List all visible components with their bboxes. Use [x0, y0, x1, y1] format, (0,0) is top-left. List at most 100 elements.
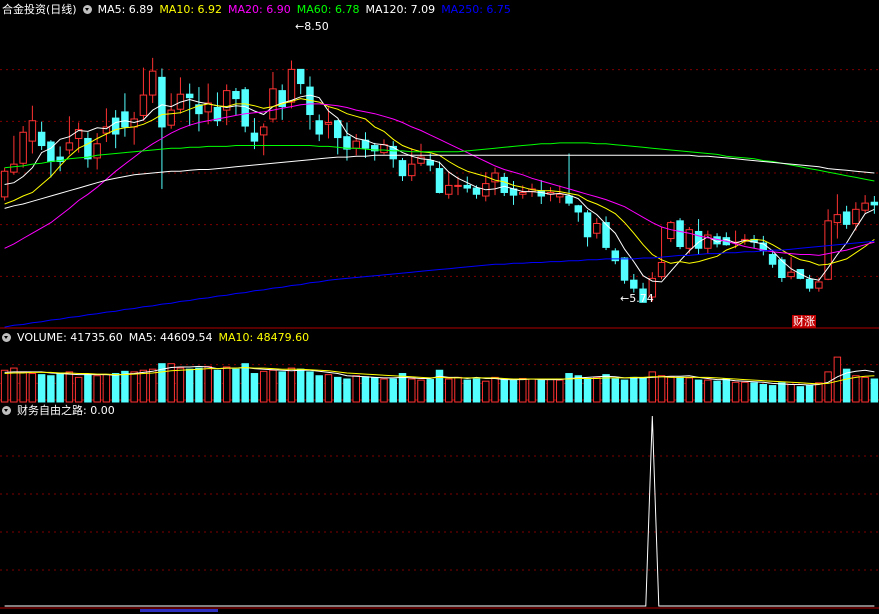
volume-bar [602, 374, 610, 403]
candle-body [250, 132, 259, 142]
volume-bar [491, 376, 499, 403]
volume-bar [148, 368, 157, 403]
indicator-value: : 0.00 [83, 404, 115, 417]
candle-body [84, 137, 92, 160]
stock-chart[interactable] [0, 0, 879, 614]
volume-bar [259, 370, 268, 403]
volume-bar [435, 369, 444, 403]
volume-bar [630, 376, 638, 403]
candle-body [259, 126, 268, 136]
volume-bar [463, 379, 471, 403]
volume-bar [722, 378, 731, 403]
candle-body [676, 220, 684, 248]
candle-body [102, 126, 111, 134]
ma-legend-item-0: MA5: 6.89 [97, 3, 154, 16]
volume-bar [269, 369, 277, 403]
volume-bar [102, 374, 111, 403]
candle-body [47, 141, 55, 162]
ma-legend-item-1: MA10: 6.92 [159, 3, 223, 16]
volume-bar [537, 379, 546, 403]
candle-body [398, 160, 407, 177]
volume-bar [324, 374, 333, 403]
volume-bar [713, 380, 721, 403]
candle-body [472, 187, 481, 195]
candle-body [454, 184, 462, 187]
dropdown-icon[interactable] [2, 406, 11, 415]
volume-bar [287, 367, 296, 403]
volume-bar [121, 370, 129, 403]
volume-bar [37, 374, 46, 403]
volume-bar [741, 381, 749, 403]
volume-bar [805, 385, 814, 403]
dropdown-icon[interactable] [2, 333, 11, 342]
volume-bar [333, 376, 342, 403]
volume-bar [370, 377, 379, 403]
candle-body [519, 191, 527, 195]
volume-bar [685, 377, 694, 403]
ma-legend-item-2: MA20: 6.90 [228, 3, 291, 16]
ma-line-ma250 [4, 240, 875, 328]
candle-body [768, 253, 777, 265]
volume-bar [620, 379, 629, 403]
candle-body [861, 202, 869, 211]
volume-bar [833, 356, 842, 403]
volume-legend-item-1: MA5: 44609.54 [128, 331, 213, 344]
volume-bar [408, 378, 416, 403]
candle-body [324, 122, 333, 125]
volume-bar [787, 383, 795, 403]
ma-legend-item-3: MA60: 6.78 [296, 3, 360, 16]
volume-bar [28, 373, 37, 403]
volume-bar [750, 382, 758, 403]
candle-body [694, 230, 703, 249]
volume-bar [519, 377, 527, 403]
candle-body [565, 195, 573, 204]
volume-legend-item-2: MA10: 48479.60 [218, 331, 310, 344]
volume-bar [657, 375, 666, 403]
volume-bar [65, 371, 74, 403]
dropdown-icon[interactable] [82, 5, 92, 14]
candle-body [805, 278, 814, 289]
chart-title: 合金投资(日线) [2, 3, 77, 16]
volume-bar [472, 378, 481, 403]
candle-body [593, 222, 601, 234]
candle-body [167, 109, 175, 126]
volume-bar [47, 375, 55, 403]
volume-bar [389, 378, 397, 403]
volume-bar [694, 379, 703, 403]
volume-bar [546, 379, 555, 403]
indicator-name: 财务自由之路 [17, 404, 83, 417]
volume-bar [731, 381, 740, 403]
ma-legend-item-4: MA120: 7.09 [365, 3, 436, 16]
candle-body [19, 131, 27, 164]
volume-bar [639, 377, 647, 403]
volume-legend-item-0: VOLUME: 41735.60 [17, 331, 123, 344]
volume-bar [306, 371, 314, 403]
candle-body [463, 184, 471, 189]
volume-bar [454, 376, 462, 403]
candle-body [296, 68, 305, 85]
volume-bar [417, 379, 425, 403]
indicator-panel-header: 财务自由之路: 0.00 [2, 403, 121, 419]
volume-bar [667, 376, 675, 403]
volume-bar [482, 380, 490, 403]
volume-bar [213, 369, 222, 403]
candle-body [574, 205, 583, 213]
volume-bar [759, 383, 768, 403]
volume-bar [74, 376, 83, 403]
low-price-label: ←5.74 [620, 292, 654, 305]
candle-body [121, 111, 129, 128]
candle-body [185, 93, 194, 99]
volume-bar [232, 368, 240, 403]
candle-body [232, 91, 240, 100]
candle-body [500, 176, 509, 193]
candle-body [10, 163, 18, 173]
volume-bar [380, 378, 388, 403]
volume-bar [84, 374, 92, 403]
volume-bar [130, 371, 138, 403]
candle-body [787, 271, 795, 278]
ma-legend: MA5: 6.89 MA10: 6.92 MA20: 6.90 MA60: 6.78 M… [98, 3, 517, 16]
volume-bar [796, 386, 805, 403]
candle-body [435, 168, 444, 193]
volume-bar [861, 376, 869, 403]
volume-bar [352, 375, 360, 403]
